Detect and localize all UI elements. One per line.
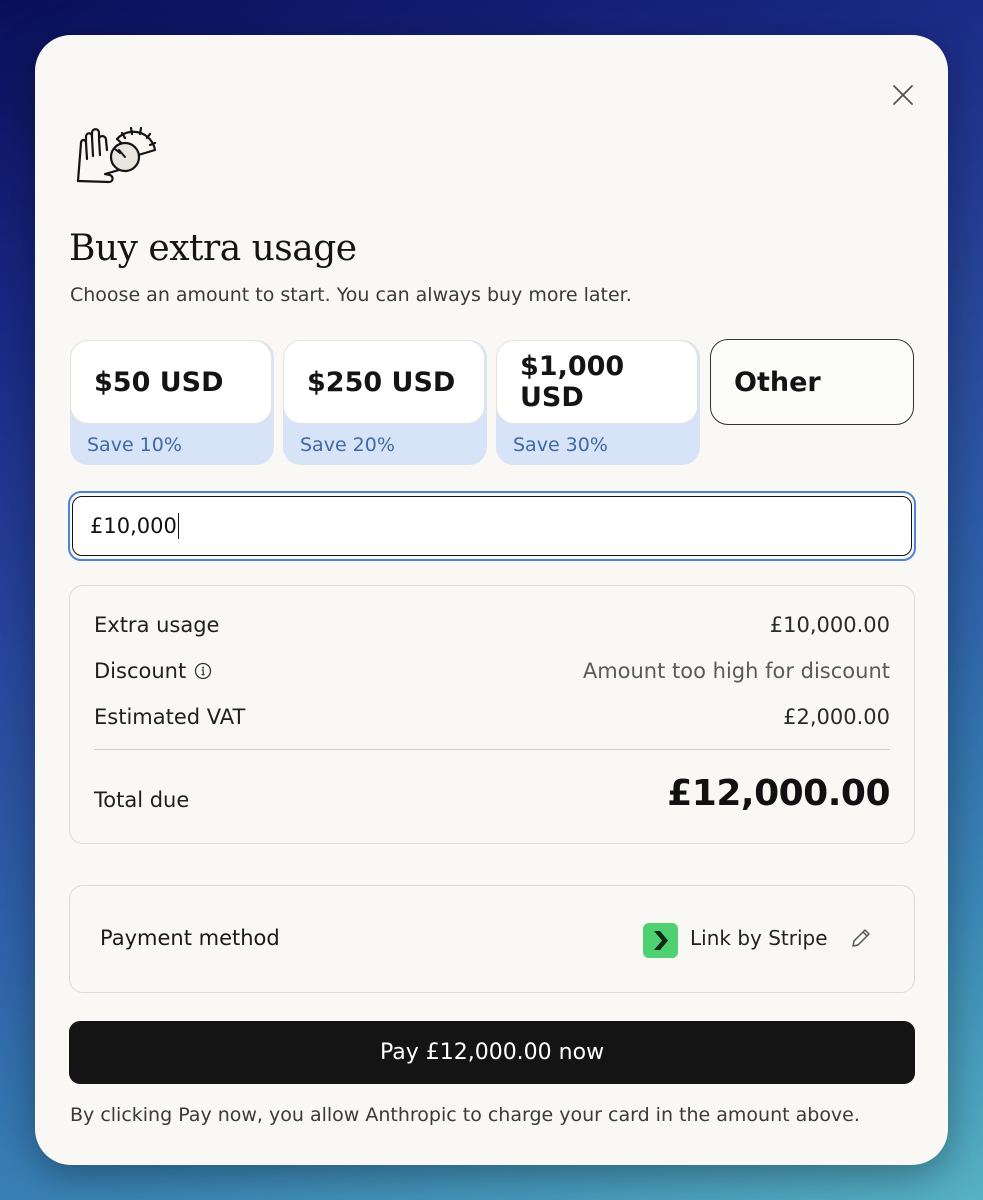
- close-icon[interactable]: [890, 82, 916, 108]
- summary-divider: [94, 749, 890, 750]
- amount-option-50[interactable]: $50 USD Save 10%: [70, 340, 274, 465]
- payment-method-name: Link by Stripe: [690, 926, 828, 950]
- discount-label: Discount: [94, 659, 187, 683]
- custom-amount-input[interactable]: £10,000: [72, 496, 912, 556]
- modal-subtitle: Choose an amount to start. You can alway…: [70, 284, 632, 306]
- payment-method-label: Payment method: [100, 926, 280, 950]
- order-summary: Extra usage £10,000.00 Discount Amount t…: [69, 585, 915, 844]
- pencil-icon[interactable]: [849, 926, 873, 950]
- amount-option-1000[interactable]: $1,000 USD Save 30%: [496, 340, 700, 465]
- text-caret: [177, 513, 180, 539]
- extra-usage-label: Extra usage: [94, 613, 220, 637]
- amount-option-label[interactable]: $1,000 USD: [496, 340, 698, 424]
- amount-option-other[interactable]: Other: [710, 339, 914, 425]
- vat-label: Estimated VAT: [94, 705, 246, 729]
- extra-usage-value: £10,000.00: [769, 613, 890, 637]
- save-badge: Save 20%: [300, 434, 395, 456]
- payment-disclaimer: By clicking Pay now, you allow Anthropic…: [70, 1104, 860, 1126]
- pay-now-button[interactable]: Pay £12,000.00 now: [69, 1021, 915, 1084]
- buy-extra-usage-modal: Buy extra usage Choose an amount to star…: [35, 35, 948, 1165]
- discount-value: Amount too high for discount: [582, 659, 890, 683]
- modal-title: Buy extra usage: [69, 228, 357, 269]
- hand-dial-logo-icon: [76, 126, 157, 184]
- vat-value: £2,000.00: [783, 705, 890, 729]
- custom-amount-focus-ring: £10,000: [68, 491, 916, 561]
- save-badge: Save 10%: [87, 434, 182, 456]
- total-due-value: £12,000.00: [667, 773, 890, 814]
- discount-label-wrap: Discount: [94, 659, 212, 683]
- custom-amount-value: £10,000: [90, 514, 177, 538]
- info-icon[interactable]: [194, 662, 212, 680]
- payment-method-section: Payment method Link by Stripe: [69, 885, 915, 993]
- save-badge: Save 30%: [513, 434, 608, 456]
- amount-option-label[interactable]: $50 USD: [70, 340, 272, 424]
- amount-option-250[interactable]: $250 USD Save 20%: [283, 340, 487, 465]
- link-by-stripe-icon: [643, 923, 678, 958]
- amount-option-label[interactable]: $250 USD: [283, 340, 485, 424]
- total-due-label: Total due: [94, 788, 190, 812]
